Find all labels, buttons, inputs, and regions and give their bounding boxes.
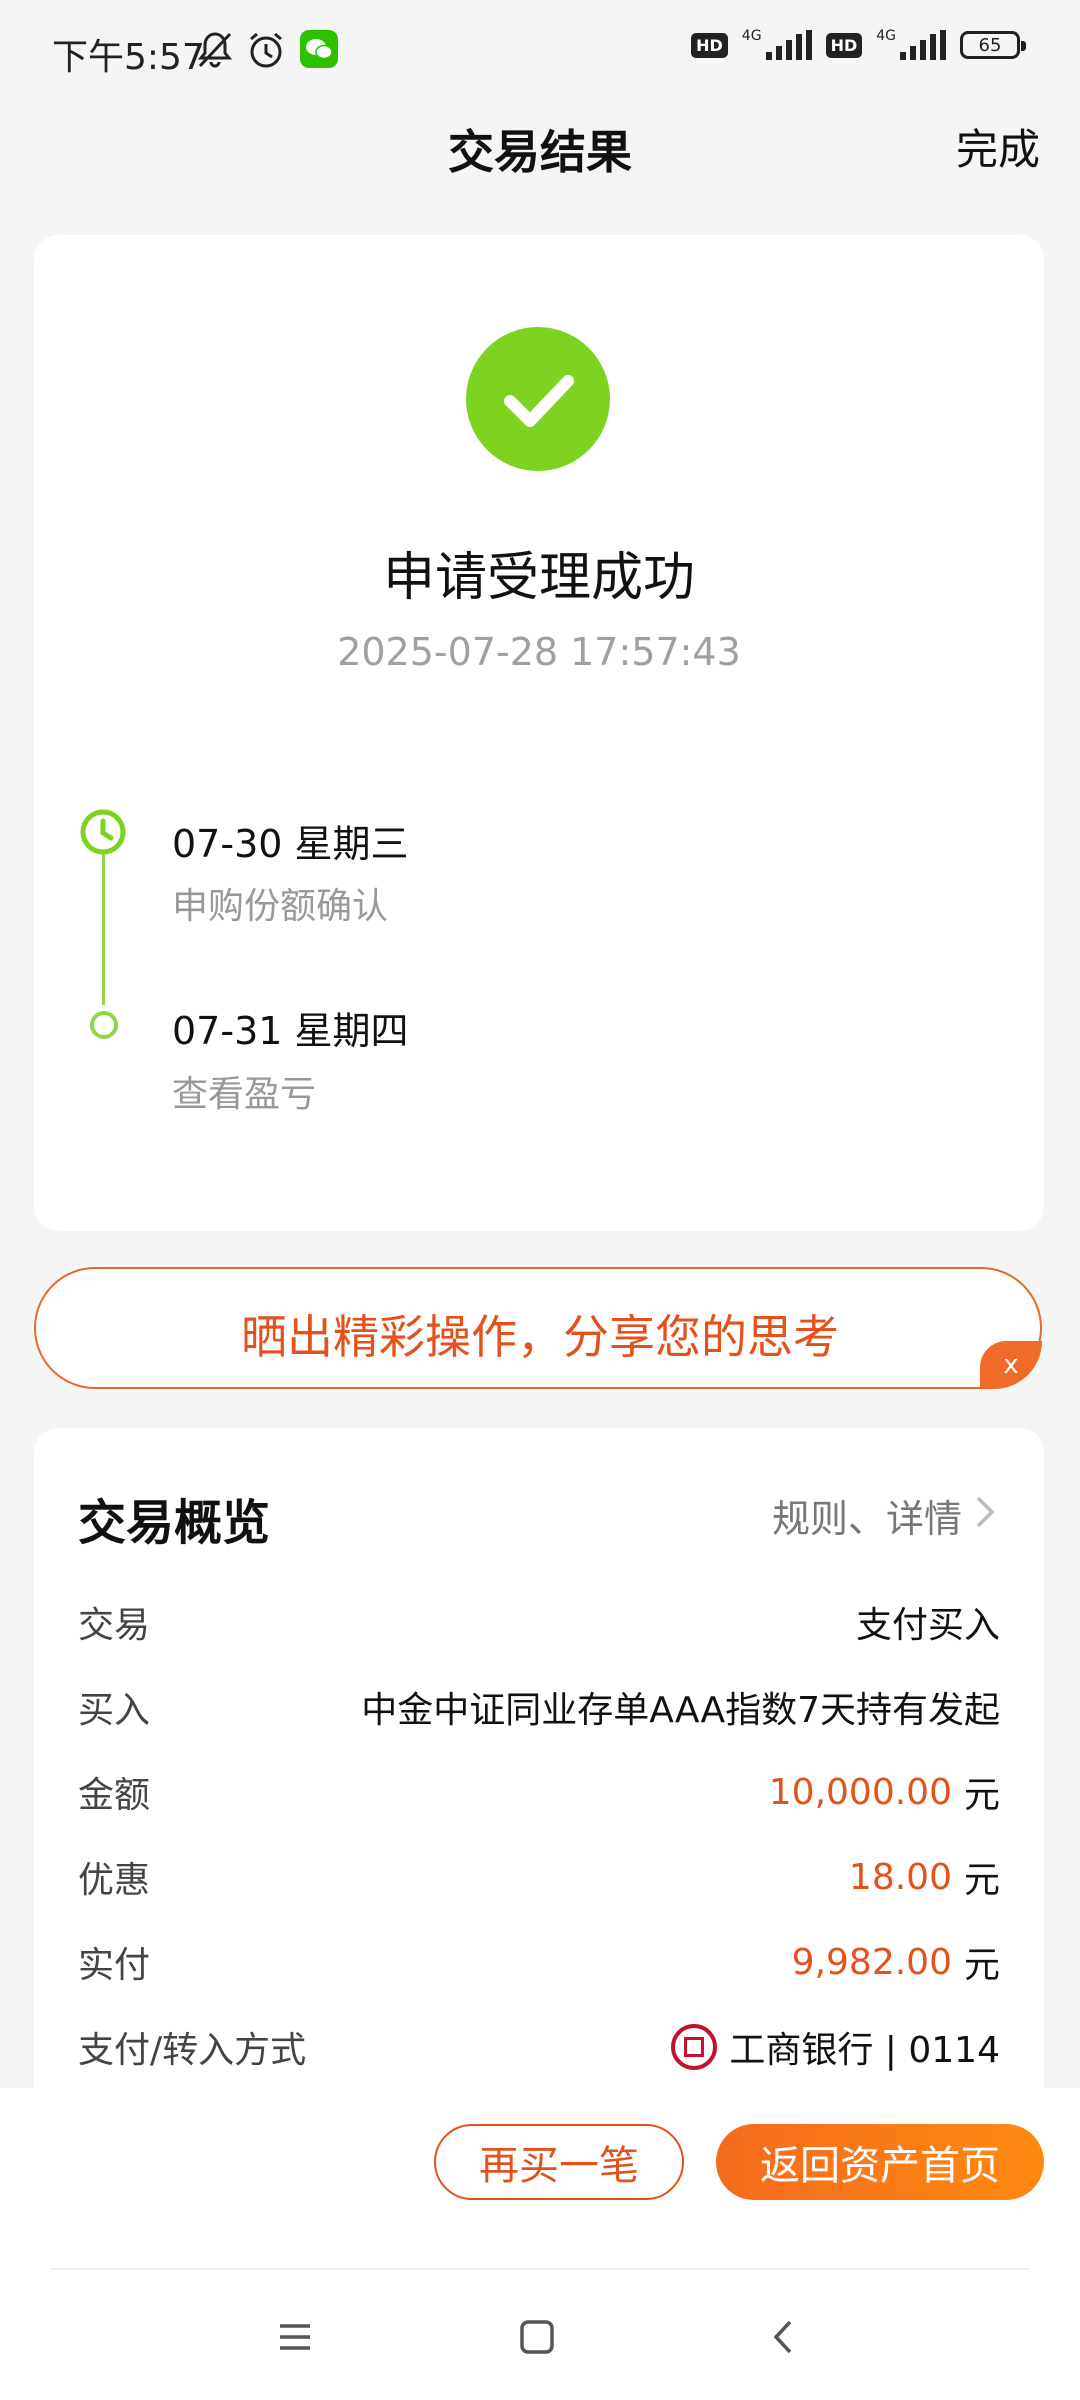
row-value: 工商银行 | 0114 [671,2021,1000,2073]
status-bar: 下午5:57 HD 4G HD 4G 65 [0,0,1080,100]
status-right: HD 4G HD 4G 65 [691,28,1026,60]
page-header: 交易结果 完成 [0,100,1080,190]
row-label: 交易 [78,1605,151,1646]
alarm-icon [246,30,286,74]
battery-icon: 65 [960,31,1026,59]
clock-icon [78,807,128,861]
chevron-right-icon [974,1494,996,1538]
row-label: 金额 [78,1775,151,1816]
result-title: 申请受理成功 [382,548,695,608]
battery-level: 65 [978,34,1002,56]
row-label: 实付 [78,1945,151,1986]
unit: 元 [963,1860,1000,1901]
row-value: 中金中证同业存单AAA指数7天持有发起 [361,1690,1000,1731]
bottom-action-bar: 再买一笔 返回资产首页 [0,2088,1080,2278]
row-discount: 优惠 18.00 元 [78,1847,1000,1907]
timeline-date-2: 07-31 星期四 [172,1009,409,1053]
back-icon[interactable] [768,2318,798,2360]
row-method: 支付/转入方式 工商银行 | 0114 [78,2017,1000,2077]
paid-value: 9,982.00 [791,1941,952,1983]
timeline-date-1: 07-30 星期三 [172,822,409,866]
unit: 元 [963,1945,1000,1986]
row-buy: 买入 中金中证同业存单AAA指数7天持有发起 [78,1677,1000,1737]
row-label: 买入 [78,1690,151,1731]
divider [50,2268,1030,2270]
row-label: 优惠 [78,1860,151,1901]
page-title: 交易结果 [448,125,632,179]
result-card: 申请受理成功 2025-07-28 17:57:43 07-30 星期三 申购份… [34,235,1044,1231]
icbc-logo-icon [671,2024,718,2070]
discount-value: 18.00 [848,1856,952,1898]
timeline-dot [90,1011,118,1039]
share-text: 晒出精彩操作，分享您的思考 [241,1310,839,1364]
share-close-button[interactable]: x [980,1341,1042,1389]
row-value: 9,982.00 元 [792,1936,1000,1988]
home-icon[interactable] [518,2318,556,2360]
bank-value: 工商银行 | 0114 [729,2030,1000,2071]
overview-title: 交易概览 [78,1495,271,1551]
bell-muted-icon [196,30,234,74]
row-amount: 金额 10,000.00 元 [78,1762,1000,1822]
system-nav-bar [0,2278,1080,2400]
unit: 元 [963,1775,1000,1816]
close-icon: x [1003,1350,1019,1380]
row-value: 支付买入 [855,1605,1000,1646]
row-paid: 实付 9,982.00 元 [78,1932,1000,1992]
timeline-desc-1: 申购份额确认 [172,886,389,927]
rules-details-link[interactable]: 规则、详情 [772,1488,996,1543]
timeline-desc-2: 查看盈亏 [172,1074,317,1115]
rules-details-label: 规则、详情 [771,1497,962,1541]
network-type: 4G [741,28,762,44]
back-home-button[interactable]: 返回资产首页 [716,2124,1044,2200]
row-trade: 交易 支付买入 [78,1592,1000,1652]
menu-icon[interactable] [276,2318,314,2360]
network-type-2: 4G [876,28,896,44]
amount-value: 10,000.00 [768,1771,952,1813]
status-time: 下午5:57 [52,37,205,78]
result-timestamp: 2025-07-28 17:57:43 [337,630,741,674]
success-check-icon [466,327,610,471]
buy-again-button[interactable]: 再买一笔 [434,2124,684,2200]
row-value: 10,000.00 元 [769,1766,1000,1818]
done-button[interactable]: 完成 [956,116,1040,177]
signal-icon-2 [900,30,946,60]
share-banner[interactable]: 晒出精彩操作，分享您的思考 x [34,1267,1042,1389]
hd-badge-2: HD [825,32,863,58]
signal-icon [765,30,812,60]
row-value: 18.00 元 [849,1851,1000,1903]
overview-card: 交易概览 规则、详情 交易 支付买入 买入 中金中证同业存单AAA指数7天持有发… [34,1428,1044,2128]
row-label: 支付/转入方式 [78,2030,307,2071]
hd-badge: HD [691,32,728,58]
wechat-icon [300,30,338,72]
